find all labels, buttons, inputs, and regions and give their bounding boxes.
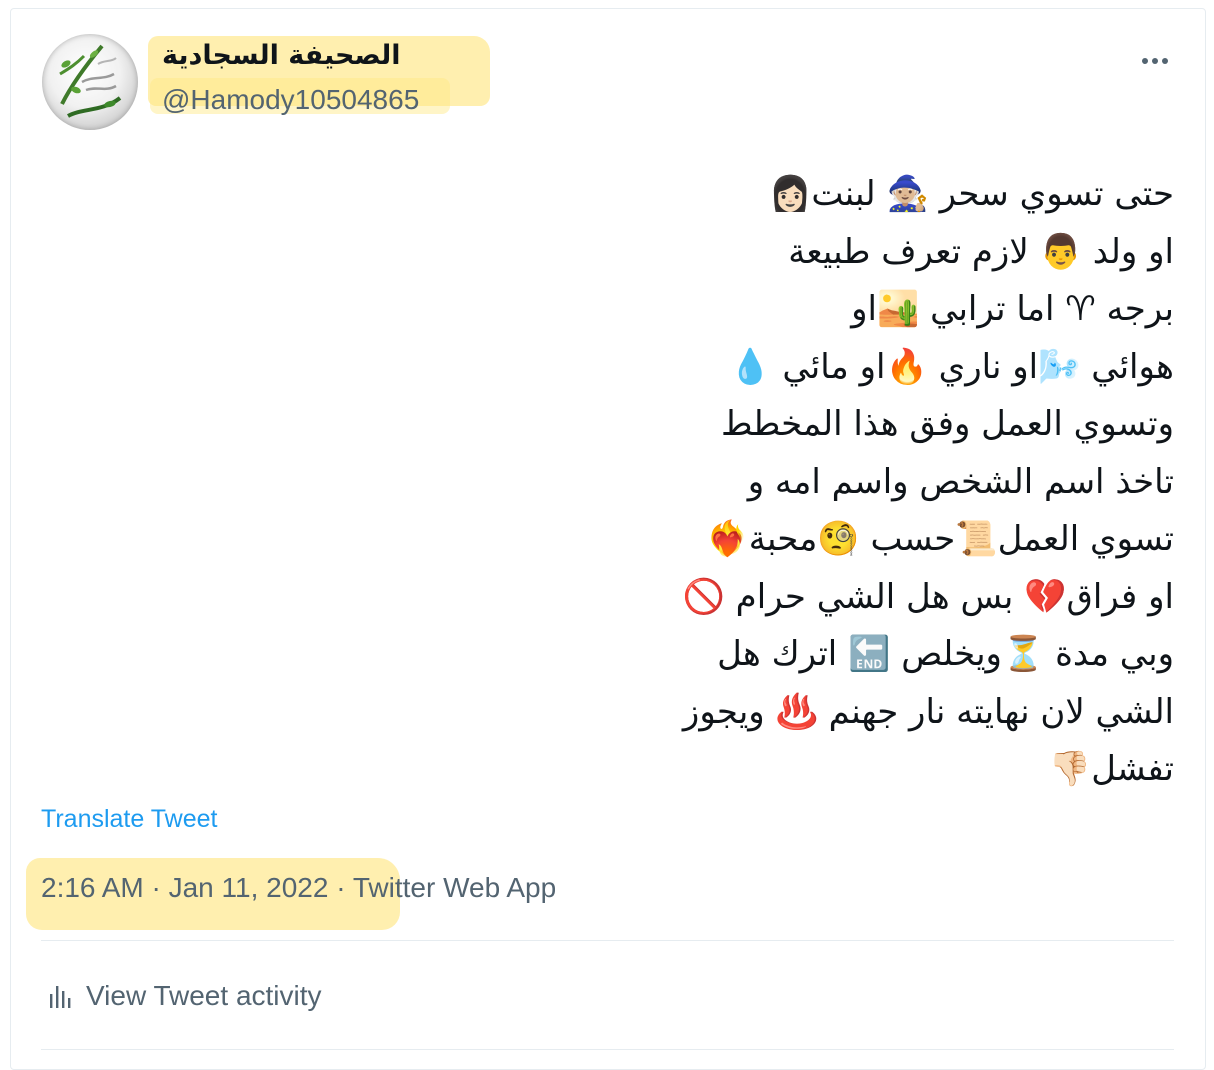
tweet-text-line: برجه ♈ اما ترابي 🏜️او <box>851 289 1174 329</box>
bar-chart-icon <box>48 982 72 1010</box>
translate-tweet-link[interactable]: Translate Tweet <box>41 805 217 834</box>
tweet-text: حتى تسوي سحر 🧙🏼 لبنت👩🏻 او ولد 👨 لازم تعر… <box>560 166 1174 799</box>
tweet-text-line: تفشل👎🏻 <box>1048 749 1174 789</box>
source-link[interactable]: Twitter Web App <box>353 872 556 903</box>
view-tweet-activity-button[interactable]: View Tweet activity <box>48 976 322 1016</box>
tweet-text-line: وبي مدة ⏳ويخلص 🔚 اترك هل <box>717 634 1174 674</box>
avatar-calligraphy-image <box>59 44 122 118</box>
tweet-text-line: الشي لان نهايته نار جهنم ♨️ ويجوز <box>682 691 1174 732</box>
tweet-text-line: هوائي 🌬️او ناري 🔥او مائي 💧 <box>729 346 1174 387</box>
more-options-button[interactable] <box>1134 40 1176 82</box>
more-horizontal-icon <box>1162 58 1168 64</box>
more-horizontal-icon <box>1142 58 1148 64</box>
author-handle[interactable]: @Hamody10504865 <box>162 84 419 116</box>
timestamp-link[interactable]: 2:16 AM · Jan 11, 2022 <box>41 872 328 903</box>
meta-separator: · <box>328 872 353 903</box>
tweet-text-line: تسوي العمل📜حسب 🧐محبة❤️‍🔥 <box>706 519 1174 559</box>
tweet-text-line: او ولد 👨 لازم تعرف طبيعة <box>788 231 1174 272</box>
divider <box>41 940 1174 941</box>
tweet-text-line: وتسوي العمل وفق هذا المخطط <box>720 404 1174 444</box>
more-horizontal-icon <box>1152 58 1158 64</box>
tweet-text-line: او فراق💔 بس هل الشي حرام 🚫 <box>682 576 1174 617</box>
author-display-name[interactable]: الصحيفة السجادية <box>162 40 401 71</box>
divider <box>41 1049 1174 1050</box>
tweet-text-line: تاخذ اسم الشخص واسم امه و <box>747 461 1174 502</box>
view-tweet-activity-label: View Tweet activity <box>86 980 322 1011</box>
tweet-text-line: حتى تسوي سحر 🧙🏼 لبنت👩🏻 <box>769 174 1174 214</box>
avatar[interactable] <box>42 34 138 130</box>
tweet-meta: 2:16 AM · Jan 11, 2022 · Twitter Web App <box>41 872 556 904</box>
